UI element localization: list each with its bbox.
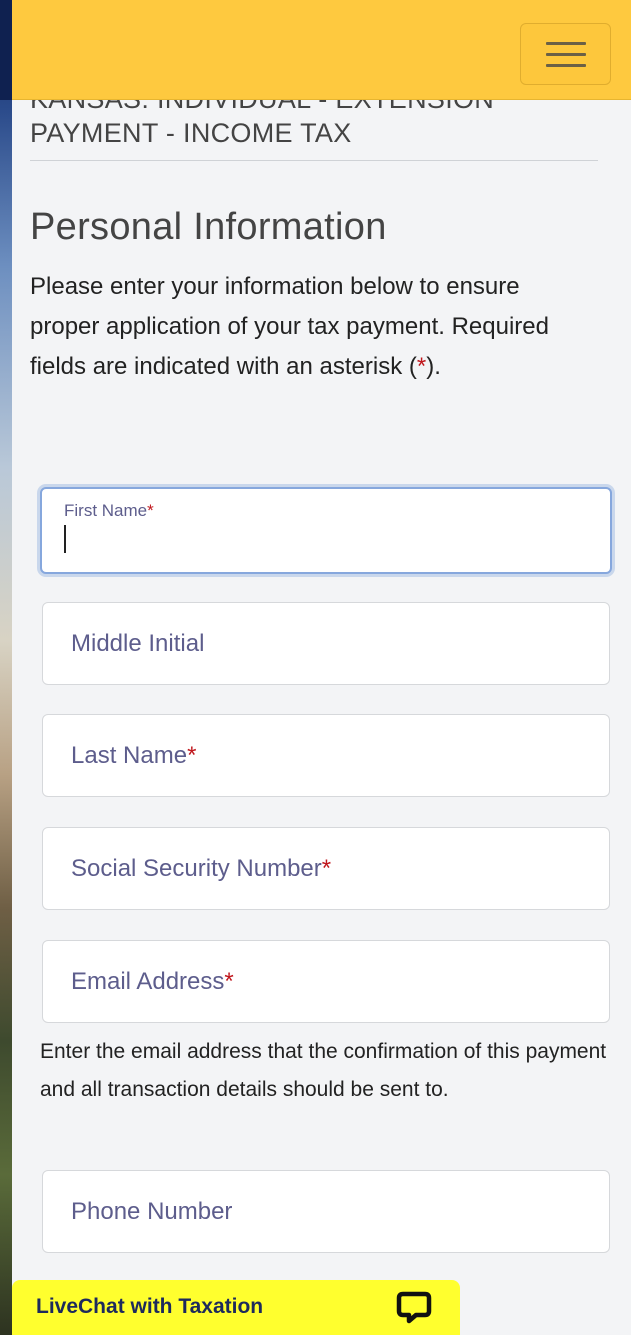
email-field[interactable]: Email Address*	[42, 940, 610, 1023]
background-photo-edge	[0, 0, 12, 1335]
last-name-placeholder: Last Name*	[71, 742, 197, 769]
intro-text: Please enter your information below to e…	[30, 267, 590, 387]
hamburger-icon-bar	[545, 41, 586, 45]
hamburger-icon-bar	[545, 52, 586, 56]
email-placeholder: Email Address*	[71, 968, 234, 995]
chat-bubble-icon	[396, 1291, 432, 1324]
email-help-text: Enter the email address that the confirm…	[40, 1040, 607, 1101]
first-name-field[interactable]: First Name*	[40, 487, 612, 574]
section-title: Personal Information	[30, 206, 387, 248]
menu-toggle-button[interactable]	[520, 23, 611, 85]
ssn-placeholder: Social Security Number*	[71, 855, 332, 882]
last-name-field[interactable]: Last Name*	[42, 714, 610, 797]
phone-placeholder: Phone Number	[71, 1198, 233, 1225]
intro-text-body: Please enter your information below to e…	[30, 273, 549, 380]
middle-initial-field[interactable]: Middle Initial	[42, 602, 610, 685]
livechat-button[interactable]: LiveChat with Taxation	[12, 1280, 460, 1335]
background-dark-corner	[0, 0, 12, 100]
phone-field[interactable]: Phone Number	[42, 1170, 610, 1253]
ssn-field[interactable]: Social Security Number*	[42, 827, 610, 910]
top-navbar	[12, 0, 631, 100]
form-content: KANSAS: INDIVIDUAL - EXTENSION PAYMENT -…	[30, 82, 610, 387]
intro-text-end: ).	[426, 353, 441, 380]
first-name-label: First Name*	[64, 501, 154, 520]
text-caret	[64, 525, 66, 553]
middle-initial-placeholder: Middle Initial	[71, 630, 205, 657]
page-title-line2: PAYMENT - INCOME TAX	[30, 118, 352, 148]
hamburger-icon-bar	[545, 63, 586, 67]
livechat-label: LiveChat with Taxation	[36, 1295, 264, 1318]
asterisk-icon: *	[416, 353, 427, 380]
